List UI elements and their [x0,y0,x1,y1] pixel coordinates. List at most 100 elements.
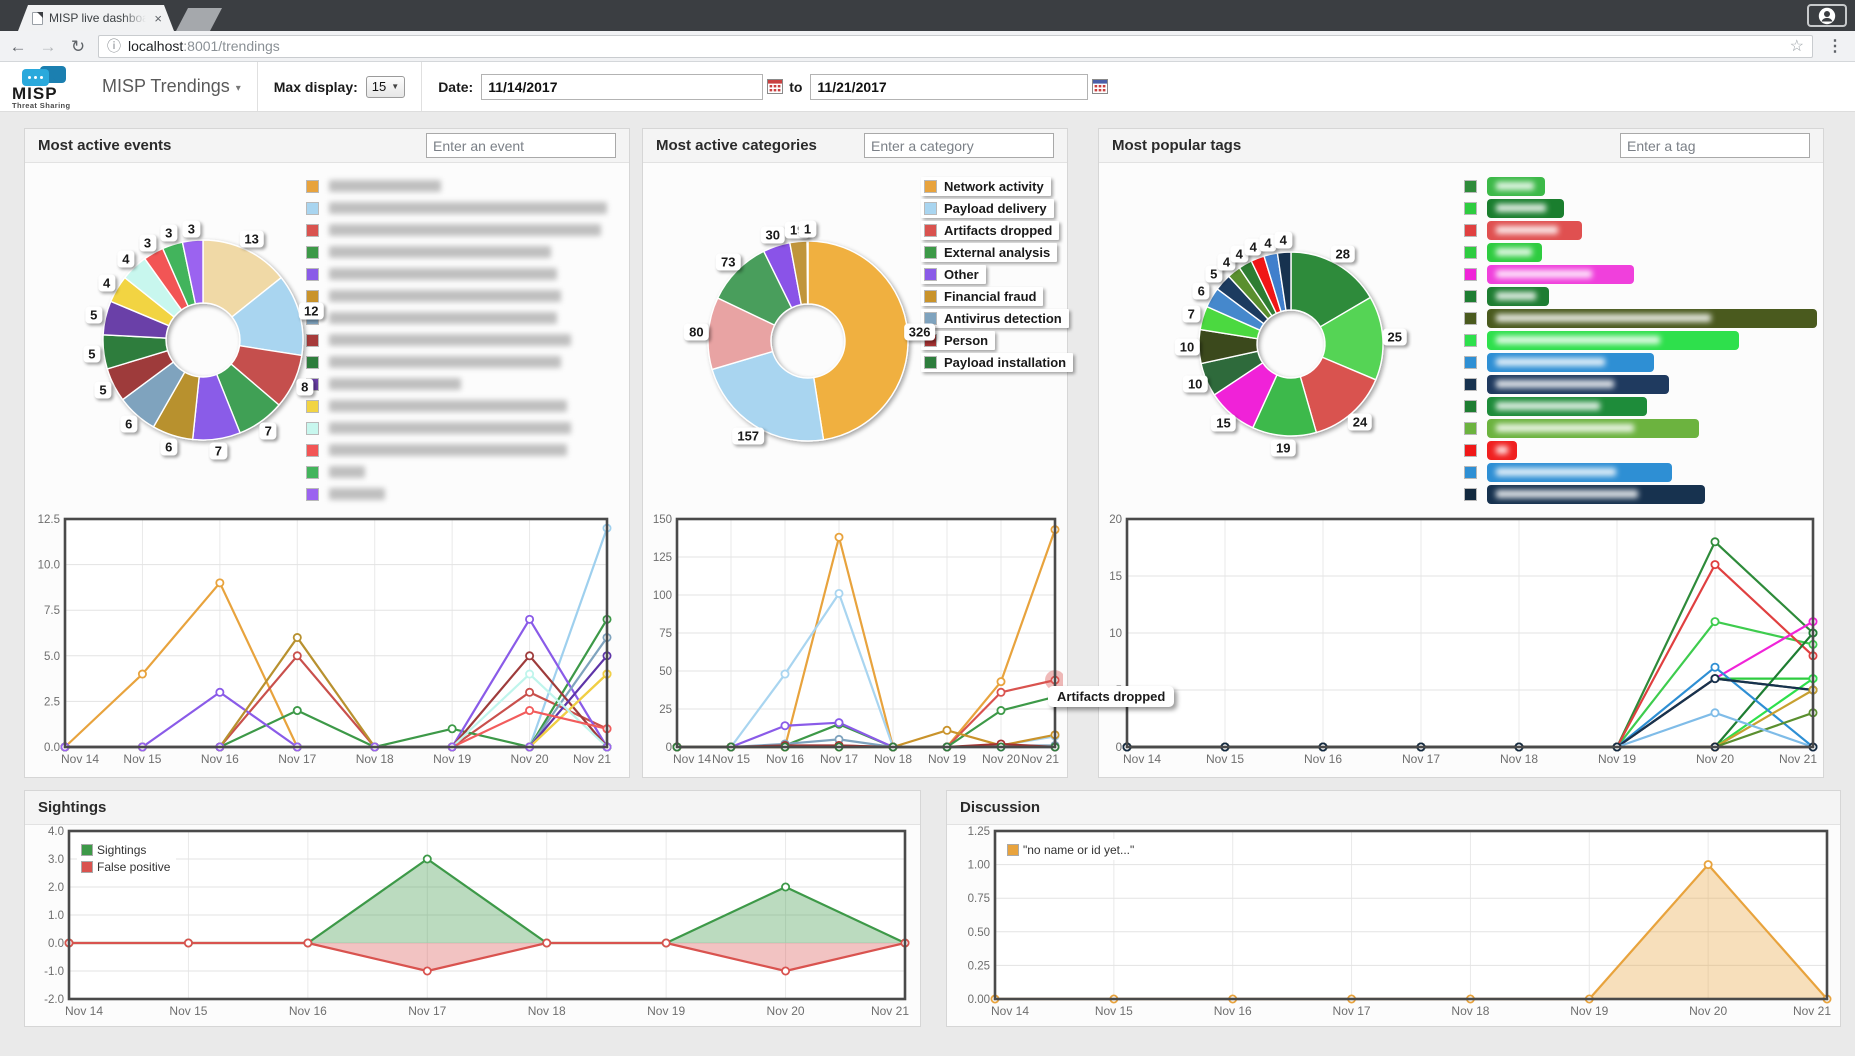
svg-text:1.0: 1.0 [48,910,64,922]
new-tab-button[interactable] [176,8,222,31]
blurred-text [1496,336,1660,344]
bookmark-star-icon[interactable]: ☆ [1790,36,1804,56]
svg-text:Nov 14: Nov 14 [991,1004,1029,1018]
svg-text:Nov 18: Nov 18 [1451,1004,1489,1018]
tag-pill[interactable] [1487,485,1705,504]
tags-donut-chart[interactable]: 2825241915101076544444 [1099,163,1823,511]
sightings-chart[interactable]: SightingsFalse positive -2.0-1.00.01.02.… [29,825,920,1025]
tag-pill[interactable] [1487,309,1817,328]
tag-search-input[interactable] [1620,133,1810,158]
svg-text:0.0: 0.0 [44,742,60,754]
legend-swatch [1464,180,1477,193]
profile-avatar-button[interactable] [1807,4,1847,27]
donut-value-label: 4 [98,274,115,291]
svg-text:Nov 16: Nov 16 [1214,1004,1252,1018]
legend-item [1464,351,1817,373]
browser-tab[interactable]: MISP live dashboard × [18,5,174,31]
legend-item [306,329,607,351]
legend-swatch [1464,422,1477,435]
tab-close-icon[interactable]: × [152,11,164,26]
legend-swatch [1464,466,1477,479]
svg-text:0.50: 0.50 [968,927,990,939]
legend-swatch [1464,268,1477,281]
site-info-icon[interactable]: ⓘ [107,36,121,56]
logo-subtext: Threat Sharing [12,101,71,110]
legend-item [306,439,607,461]
legend-item [1464,395,1817,417]
svg-text:2.0: 2.0 [48,882,64,894]
tag-pill[interactable] [1487,397,1647,416]
panel-title: Most active categories [656,137,817,154]
donut-slice [808,241,908,440]
blurred-text [1496,424,1634,432]
svg-text:Nov 18: Nov 18 [528,1004,566,1018]
legend-swatch [1464,312,1477,325]
svg-text:Nov 15: Nov 15 [1095,1004,1133,1018]
legend-swatch [1464,444,1477,457]
url-bar[interactable]: ⓘ localhost:8001/trendings ☆ [98,35,1813,58]
legend-item [306,197,607,219]
donut-value-label: 10 [1183,376,1207,393]
svg-text:Nov 19: Nov 19 [433,752,471,766]
donut-value-label: 7 [1183,306,1200,323]
svg-text:Nov 17: Nov 17 [1333,1004,1371,1018]
back-button[interactable]: ← [8,38,28,55]
legend-item [1464,197,1817,219]
categories-donut-chart[interactable]: Network activityPayload deliveryArtifact… [643,163,1067,511]
blurred-text [329,422,571,434]
category-search-input[interactable] [864,133,1054,158]
legend-item: Payload installation [921,353,1073,372]
nav-title[interactable]: MISP Trendings [102,76,230,97]
svg-text:0: 0 [1116,742,1122,754]
svg-text:Nov 16: Nov 16 [1304,752,1342,766]
tag-pill[interactable] [1487,463,1672,482]
discussion-chart[interactable]: "no name or id yet..." 0.000.250.500.751… [951,825,1840,1025]
svg-text:4.0: 4.0 [48,826,64,838]
tag-pill[interactable] [1487,441,1517,460]
divider [257,62,258,111]
browser-menu-icon[interactable]: ⋮ [1823,36,1847,56]
tag-pill[interactable] [1487,265,1634,284]
donut-value-label: 5 [83,345,100,362]
events-line-chart[interactable]: 0.02.55.07.510.012.5Nov 14Nov 15Nov 16No… [29,511,629,773]
calendar-icon[interactable] [767,79,783,94]
calendar-icon[interactable] [1092,79,1108,94]
svg-text:0.25: 0.25 [968,960,990,972]
date-to-label: to [789,79,802,95]
blurred-text [1496,226,1558,234]
svg-text:Nov 20: Nov 20 [1696,752,1734,766]
tag-pill[interactable] [1487,331,1739,350]
event-search-input[interactable] [426,133,616,158]
categories-line-chart[interactable]: 0255075100125150Nov 14Nov 15Nov 16Nov 17… [643,511,1067,773]
legend-item: Sightings [81,841,170,858]
legend-label: "no name or id yet..." [1023,843,1134,857]
blurred-text [1496,446,1508,454]
legend-swatch [1464,356,1477,369]
tag-pill[interactable] [1487,287,1549,306]
tags-line-chart[interactable]: 05101520Nov 14Nov 15Nov 16Nov 17Nov 18No… [1099,511,1823,773]
legend-item [306,373,607,395]
tag-pill[interactable] [1487,221,1582,240]
reload-button[interactable]: ↻ [68,38,88,55]
forward-button[interactable]: → [38,38,58,55]
events-donut-chart[interactable]: 13128776655544333 [25,163,629,511]
tag-pill[interactable] [1487,353,1654,372]
tag-pill[interactable] [1487,243,1542,262]
donut-value-label: 24 [1348,413,1372,430]
legend-label: Payload installation [944,355,1066,370]
tag-pill[interactable] [1487,199,1564,218]
tag-pill[interactable] [1487,419,1699,438]
svg-text:Nov 18: Nov 18 [1500,752,1538,766]
misp-logo[interactable]: MISP Threat Sharing [0,64,96,110]
legend-swatch [1464,246,1477,259]
tag-pill[interactable] [1487,177,1545,196]
svg-text:Nov 17: Nov 17 [408,1004,446,1018]
max-display-select[interactable]: 15▼ [366,76,405,98]
donut-value-label: 8 [296,378,313,395]
date-to-input[interactable] [810,74,1088,100]
nav-dropdown-caret-icon[interactable]: ▾ [236,83,241,94]
tag-pill[interactable] [1487,375,1669,394]
svg-text:Nov 19: Nov 19 [647,1004,685,1018]
date-from-input[interactable] [481,74,763,100]
max-display-label: Max display: [274,79,358,95]
